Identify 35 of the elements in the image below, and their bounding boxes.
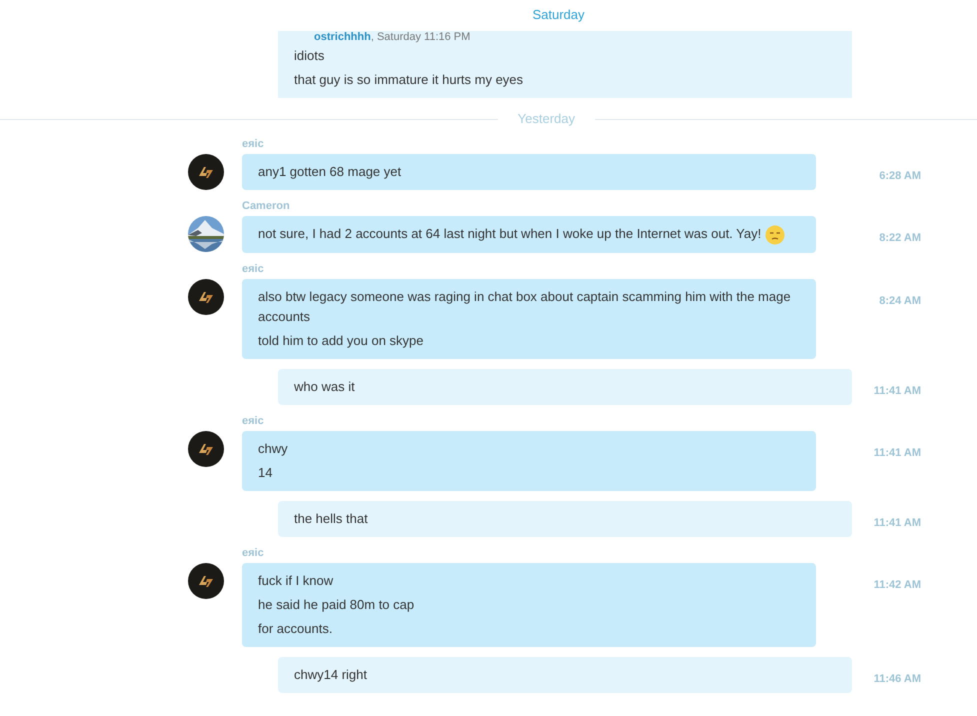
- message-time: 6:28 AM: [879, 170, 921, 182]
- message-time: 11:46 AM: [874, 672, 921, 685]
- message-text: who was it: [294, 378, 355, 394]
- message-text: chwy14 right: [294, 666, 367, 682]
- message-text: fuck if I know: [258, 572, 334, 588]
- message-text: chwy: [258, 440, 288, 456]
- logo-avatar: [188, 562, 224, 599]
- sender-name: eяic: [242, 138, 264, 150]
- logo-avatar: [188, 278, 224, 315]
- message-text: he said he paid 80m to cap: [258, 596, 414, 612]
- message-text: idiots: [294, 48, 324, 63]
- message-time: 11:42 AM: [874, 578, 921, 591]
- mountain-photo-avatar: [188, 216, 224, 252]
- sender-name: eяic: [242, 546, 264, 559]
- message-text: any1 gotten 68 mage yet: [258, 164, 402, 179]
- quote-meta: ostrichhhh, Saturday 11:16 PM: [313, 31, 472, 43]
- sender-name: Cameron: [242, 200, 290, 212]
- message-text: 14: [258, 464, 272, 480]
- day-header: Saturday: [532, 6, 585, 24]
- message-time: 11:41 AM: [874, 446, 921, 459]
- message-text: not sure, I had 2 accounts at 64 last night but when I woke up the Internet was out. Yay!: [258, 226, 762, 241]
- message-text: the hells that: [294, 510, 368, 526]
- sender-name: eяic: [242, 414, 264, 427]
- sender-name: eяic: [242, 262, 264, 275]
- message-time: 11:41 AM: [874, 384, 921, 397]
- logo-avatar: [188, 154, 224, 190]
- message-text: for accounts.: [258, 620, 332, 636]
- message-time: 8:22 AM: [879, 232, 921, 244]
- unamused-face-icon: [764, 224, 785, 245]
- logo-avatar: [188, 430, 224, 467]
- message-text: that guy is so immature it hurts my eyes: [294, 72, 524, 87]
- message-time: 11:41 AM: [874, 516, 921, 529]
- message-time: 8:24 AM: [879, 294, 921, 307]
- message-text: told him to add you on skype: [258, 332, 424, 348]
- date-divider-label: Yesterday: [516, 110, 576, 128]
